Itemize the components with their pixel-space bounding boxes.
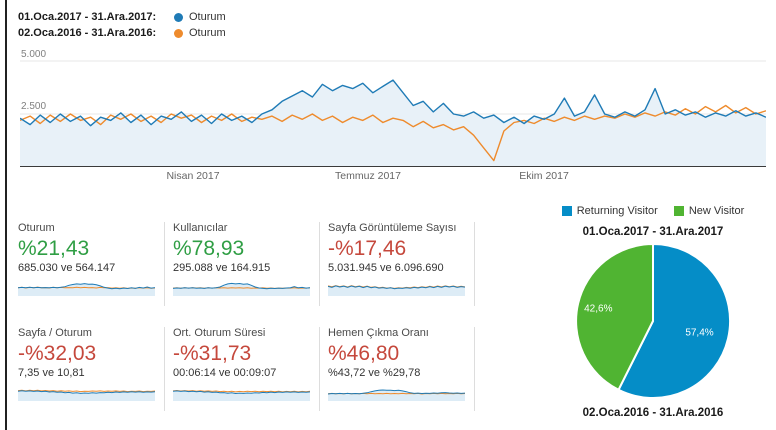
card-hemen-cikma-orani[interactable]: Hemen Çıkma Oranı %46,80 %43,72 ve %29,7… bbox=[328, 327, 475, 411]
card-sparkline bbox=[173, 282, 310, 296]
date-range-2017-label: 01.Oca.2017 - 31.Ara.2017: bbox=[18, 11, 157, 23]
card-value: -%31,73 bbox=[173, 342, 252, 365]
sessions-timeline-chart[interactable] bbox=[20, 49, 766, 171]
series-2017-metric-label: Oturum bbox=[189, 11, 226, 23]
x-axis-tick-temmuz: Temmuz 2017 bbox=[335, 170, 401, 182]
card-oturum[interactable]: Oturum %21,43 685.030 ve 564.147 bbox=[18, 222, 165, 306]
card-title: Kullanıcılar bbox=[173, 222, 228, 234]
card-sayfa-oturum[interactable]: Sayfa / Oturum -%32,03 7,35 ve 10,81 bbox=[18, 327, 165, 411]
left-border-rule bbox=[5, 0, 7, 430]
card-subtitle: 5.031.945 ve 6.096.690 bbox=[328, 262, 444, 274]
card-value: %46,80 bbox=[328, 342, 400, 365]
timeline-legend: 01.Oca.2017 - 31.Ara.2017: Oturum 02.Oca… bbox=[18, 9, 226, 41]
card-title: Ort. Oturum Süresi bbox=[173, 327, 266, 339]
card-sparkline bbox=[18, 389, 155, 401]
series-2017-dot-icon bbox=[174, 12, 183, 22]
card-sparkline bbox=[328, 389, 465, 401]
card-sayfa-goruntuleme[interactable]: Sayfa Görüntüleme Sayısı -%17,46 5.031.9… bbox=[328, 222, 475, 306]
card-subtitle: 7,35 ve 10,81 bbox=[18, 367, 85, 379]
series-2016-metric-label: Oturum bbox=[189, 27, 226, 39]
legend-row-2017: 01.Oca.2017 - 31.Ara.2017: Oturum bbox=[18, 9, 226, 25]
card-title: Hemen Çıkma Oranı bbox=[328, 327, 429, 339]
card-sparkline bbox=[328, 285, 465, 296]
card-value: %78,93 bbox=[173, 237, 245, 260]
legend-row-2016: 02.Oca.2016 - 31.Ara.2016: Oturum bbox=[18, 25, 226, 41]
card-subtitle: 685.030 ve 564.147 bbox=[18, 262, 116, 274]
new-visitor-swatch-icon bbox=[673, 206, 684, 216]
card-ort-oturum-suresi[interactable]: Ort. Oturum Süresi -%31,73 00:06:14 ve 0… bbox=[173, 327, 320, 411]
card-value: -%17,46 bbox=[328, 237, 407, 260]
x-axis-tick-nisan: Nisan 2017 bbox=[166, 170, 220, 182]
card-subtitle: 295.088 ve 164.915 bbox=[173, 262, 271, 274]
x-axis-tick-ekim: Ekim 2017 bbox=[519, 170, 569, 182]
legend-label: New Visitor bbox=[688, 205, 745, 217]
card-title: Oturum bbox=[18, 222, 55, 234]
date-range-2016-label: 02.Oca.2016 - 31.Ara.2016: bbox=[18, 27, 157, 39]
card-subtitle: %43,72 ve %29,78 bbox=[328, 367, 421, 379]
card-sparkline bbox=[18, 283, 155, 296]
pie-legend: Returning Visitor New Visitor bbox=[528, 205, 776, 217]
returning-visitor-swatch-icon bbox=[561, 206, 572, 216]
legend-new-visitor: New Visitor bbox=[673, 205, 745, 217]
card-value: -%32,03 bbox=[18, 342, 97, 365]
visitor-type-pie-chart[interactable]: 57,4% 42,6% bbox=[568, 241, 738, 401]
metric-cards-grid: Oturum %21,43 685.030 ve 564.147 Kullanı… bbox=[18, 222, 475, 411]
card-subtitle: 00:06:14 ve 00:09:07 bbox=[173, 367, 277, 379]
svg-text:57,4%: 57,4% bbox=[685, 328, 713, 339]
card-title: Sayfa Görüntüleme Sayısı bbox=[328, 222, 457, 234]
analytics-dashboard: 01.Oca.2017 - 31.Ara.2017: Oturum 02.Oca… bbox=[0, 0, 776, 430]
legend-returning-visitor: Returning Visitor bbox=[561, 205, 658, 217]
svg-text:42,6%: 42,6% bbox=[584, 304, 612, 315]
card-value: %21,43 bbox=[18, 237, 90, 260]
series-2016-dot-icon bbox=[174, 28, 183, 38]
card-sparkline bbox=[173, 389, 310, 401]
visitor-type-pie-section: Returning Visitor New Visitor 01.Oca.201… bbox=[528, 205, 776, 419]
card-title: Sayfa / Oturum bbox=[18, 327, 92, 339]
pie-title-2016: 02.Oca.2016 - 31.Ara.2016 bbox=[582, 407, 724, 419]
pie-title-2017: 01.Oca.2017 - 31.Ara.2017 bbox=[582, 226, 724, 238]
card-kullanicilar[interactable]: Kullanıcılar %78,93 295.088 ve 164.915 bbox=[173, 222, 320, 306]
legend-label: Returning Visitor bbox=[576, 205, 658, 217]
